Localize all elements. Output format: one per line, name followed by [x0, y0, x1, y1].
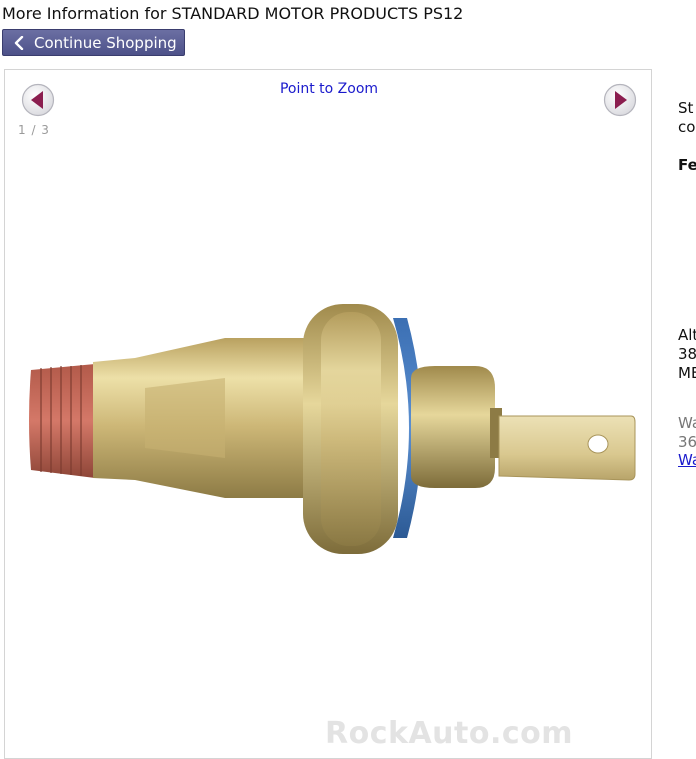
rockauto-watermark: RockAuto.com — [325, 716, 574, 751]
image-viewer: Point to Zoom 1 / 3 RockAuto.com — [4, 69, 652, 759]
continue-shopping-label: Continue Shopping — [34, 33, 177, 52]
oil-pressure-switch-image[interactable] — [25, 298, 637, 568]
description-line: co — [678, 118, 696, 136]
image-counter: 1 / 3 — [18, 123, 50, 137]
alternate-part-line: MB — [678, 364, 696, 382]
warranty-line: Wa — [678, 414, 696, 432]
description-line: St — [678, 99, 694, 117]
warranty-link[interactable]: Wa — [678, 451, 696, 470]
alternate-part-line: Alt — [678, 326, 696, 344]
page-title: More Information for STANDARD MOTOR PROD… — [2, 4, 464, 23]
continue-shopping-button[interactable]: Continue Shopping — [2, 29, 185, 56]
alternate-part-line: 38 — [678, 345, 696, 363]
features-heading: Fe — [678, 156, 696, 174]
chevron-left-icon — [14, 35, 24, 50]
point-to-zoom-link[interactable]: Point to Zoom — [5, 81, 651, 97]
warranty-line: 36 — [678, 433, 696, 451]
